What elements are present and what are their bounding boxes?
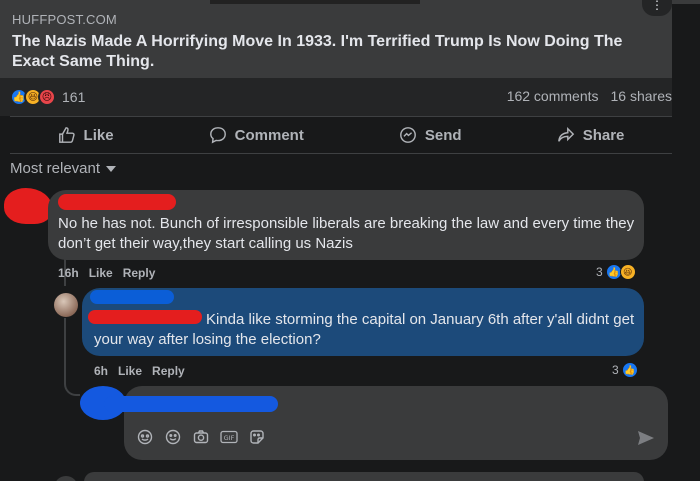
comment-time[interactable]: 6h [94,364,108,378]
shares-count[interactable]: 16 shares [611,88,672,104]
comment-text-line: don’t get their way,they start calling u… [58,235,353,252]
mention-redacted[interactable] [88,310,202,324]
avatar-sticker-icon[interactable] [248,428,266,446]
comment-reaction-summary[interactable]: 3 👍 [612,362,638,378]
comment-reaction-summary[interactable]: 3 👍 😆 [596,264,636,280]
thread-connector [64,318,80,396]
messenger-icon [400,127,416,143]
comment-reaction-count: 3 [596,265,603,279]
emoji-icon[interactable] [164,428,182,446]
commenter-name-redacted[interactable] [58,194,176,210]
reply-comment-bubble: Kinda like storming the capital on Janua… [82,288,644,356]
comment-button[interactable]: Comment [209,126,304,144]
post-action-bar: Like Comment Send Share [10,116,672,154]
comment-label: Comment [234,126,304,144]
comment-reply-link[interactable]: Reply [123,266,156,280]
camera-icon[interactable] [192,428,210,446]
comment-bubble [84,472,644,481]
post-stats: 👍 😆 😠 161 162 comments 16 shares [0,78,672,116]
comment-text-line: Kinda like storming the capital on Janua… [206,311,635,328]
composer-text-redacted [104,396,278,412]
comment-meta: 6h Like Reply [94,364,185,378]
comment-text-line: your way after losing the election? [94,331,321,348]
share-label: Share [582,126,625,144]
article-headline[interactable]: The Nazis Made A Horrifying Move In 1933… [12,32,652,72]
comment-sort-dropdown[interactable]: Most relevant [10,160,117,177]
svg-text:GIF: GIF [224,434,235,442]
reaction-count: 161 [62,89,86,105]
avatar[interactable] [54,476,78,481]
share-arrow-icon [557,126,574,142]
gif-icon[interactable]: GIF [220,428,238,446]
share-button[interactable]: Share [557,126,625,144]
comment-like-link[interactable]: Like [89,266,113,280]
avatar[interactable] [54,293,78,317]
avatar-redacted[interactable] [4,188,52,224]
replier-name-redacted[interactable] [90,290,174,304]
comment-reply-link[interactable]: Reply [152,364,185,378]
article-link-card[interactable]: HUFFPOST.COM The Nazis Made A Horrifying… [0,4,672,78]
comment-bubble-icon [209,127,226,144]
like-label: Like [83,126,114,144]
comments-count[interactable]: 162 comments [507,88,599,104]
thumbs-up-icon [58,127,75,143]
sticker-icon[interactable] [136,428,154,446]
haha-reaction-icon: 😆 [619,264,636,280]
like-reaction-icon: 👍 [621,362,638,378]
comment-bubble: No he has not. Bunch of irresponsible li… [48,190,644,260]
angry-reaction-icon: 😠 [38,88,56,106]
comment-text-line: No he has not. Bunch of irresponsible li… [58,215,635,232]
sort-label: Most relevant [10,160,101,177]
comment-like-link[interactable]: Like [118,364,142,378]
comment-time[interactable]: 16h [58,266,79,280]
chevron-down-icon [106,165,117,172]
like-button[interactable]: Like [58,126,114,144]
comment-meta: 16h Like Reply [58,266,155,280]
composer-toolbar: GIF [136,428,266,446]
article-source: HUFFPOST.COM [12,12,117,27]
send-label: Send [424,126,462,144]
send-icon[interactable] [636,428,656,448]
send-button[interactable]: Send [399,126,462,144]
reaction-summary[interactable]: 👍 😆 😠 161 [10,88,85,106]
comment-reaction-count: 3 [612,363,619,377]
